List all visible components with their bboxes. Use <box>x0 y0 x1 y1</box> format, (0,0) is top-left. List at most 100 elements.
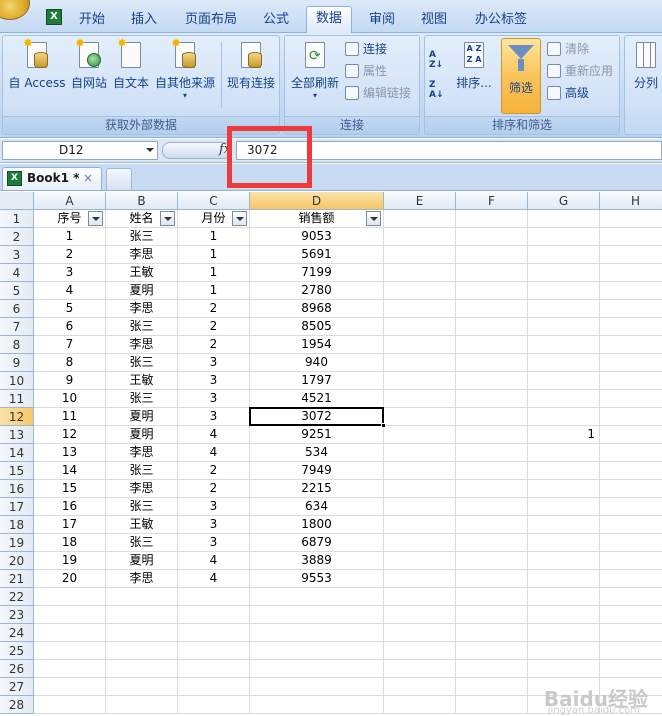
cell-a14[interactable]: 13 <box>34 444 106 462</box>
cell-d9[interactable]: 940 <box>250 354 384 372</box>
cell-f21[interactable] <box>456 570 528 588</box>
cell-e26[interactable] <box>384 660 456 678</box>
cell-g11[interactable] <box>528 390 600 408</box>
cell-c14[interactable]: 4 <box>178 444 250 462</box>
cell-f22[interactable] <box>456 588 528 606</box>
cell-c7[interactable]: 2 <box>178 318 250 336</box>
cell-d20[interactable]: 3889 <box>250 552 384 570</box>
row-header-22[interactable]: 22 <box>0 588 34 606</box>
row-header-5[interactable]: 5 <box>0 282 34 300</box>
cell-b15[interactable]: 张三 <box>106 462 178 480</box>
from-other-sources-button[interactable]: ✸ 自其他来源 ▾ <box>153 37 217 100</box>
fill-handle[interactable] <box>381 423 386 428</box>
cell-c28[interactable] <box>178 696 250 714</box>
tab-page-layout[interactable]: 页面布局 <box>178 10 244 32</box>
cell-c20[interactable]: 4 <box>178 552 250 570</box>
cell-h25[interactable] <box>600 642 662 660</box>
cell-e3[interactable] <box>384 246 456 264</box>
cell-d7[interactable]: 8505 <box>250 318 384 336</box>
cell-d5[interactable]: 2780 <box>250 282 384 300</box>
tab-home[interactable]: 开始 <box>72 10 112 32</box>
cell-d27[interactable] <box>250 678 384 696</box>
cell-c4[interactable]: 1 <box>178 264 250 282</box>
cell-b28[interactable] <box>106 696 178 714</box>
cell-g16[interactable] <box>528 480 600 498</box>
filter-dropdown-icon[interactable] <box>366 211 381 226</box>
cell-e24[interactable] <box>384 624 456 642</box>
excel-icon[interactable]: X <box>46 9 62 25</box>
cell-a27[interactable] <box>34 678 106 696</box>
cell-b27[interactable] <box>106 678 178 696</box>
cell-d11[interactable]: 4521 <box>250 390 384 408</box>
cell-b24[interactable] <box>106 624 178 642</box>
column-header-c[interactable]: C <box>178 192 250 210</box>
cell-f23[interactable] <box>456 606 528 624</box>
cell-f14[interactable] <box>456 444 528 462</box>
cell-f12[interactable] <box>456 408 528 426</box>
cell-g4[interactable] <box>528 264 600 282</box>
sort-button[interactable]: A ZZ A 排序... <box>451 40 497 91</box>
cell-c8[interactable]: 2 <box>178 336 250 354</box>
row-header-19[interactable]: 19 <box>0 534 34 552</box>
cell-e23[interactable] <box>384 606 456 624</box>
cell-e4[interactable] <box>384 264 456 282</box>
row-header-27[interactable]: 27 <box>0 678 34 696</box>
row-header-7[interactable]: 7 <box>0 318 34 336</box>
cell-c22[interactable] <box>178 588 250 606</box>
select-all-corner[interactable] <box>0 192 34 210</box>
sort-ascending-icon[interactable]: A Z↓ <box>429 50 449 72</box>
tab-formulas[interactable]: 公式 <box>256 10 296 32</box>
cell-a13[interactable]: 12 <box>34 426 106 444</box>
cell-e17[interactable] <box>384 498 456 516</box>
row-header-21[interactable]: 21 <box>0 570 34 588</box>
cell-h5[interactable] <box>600 282 662 300</box>
cell-c11[interactable]: 3 <box>178 390 250 408</box>
from-text-button[interactable]: ✸ 自文本 <box>111 37 151 91</box>
cell-g7[interactable] <box>528 318 600 336</box>
cell-d10[interactable]: 1797 <box>250 372 384 390</box>
column-header-e[interactable]: E <box>384 192 456 210</box>
new-tab-button[interactable] <box>106 168 132 190</box>
cell-h21[interactable] <box>600 570 662 588</box>
sort-descending-icon[interactable]: Z A↓ <box>429 80 449 102</box>
cell-e6[interactable] <box>384 300 456 318</box>
cell-a7[interactable]: 6 <box>34 318 106 336</box>
cell-e22[interactable] <box>384 588 456 606</box>
row-header-2[interactable]: 2 <box>0 228 34 246</box>
cell-f28[interactable] <box>456 696 528 714</box>
from-web-button[interactable]: ✸ 自网站 <box>69 37 109 91</box>
cell-e15[interactable] <box>384 462 456 480</box>
cell-c24[interactable] <box>178 624 250 642</box>
cell-e14[interactable] <box>384 444 456 462</box>
cell-c26[interactable] <box>178 660 250 678</box>
row-header-11[interactable]: 11 <box>0 390 34 408</box>
cell-e1[interactable] <box>384 210 456 228</box>
refresh-all-button[interactable]: ⟳ 全部刷新 ▾ <box>287 40 343 100</box>
cell-b13[interactable]: 夏明 <box>106 426 178 444</box>
cell-f9[interactable] <box>456 354 528 372</box>
cell-h20[interactable] <box>600 552 662 570</box>
from-access-button[interactable]: ✸ 自 Access <box>7 37 67 91</box>
cell-b16[interactable]: 李思 <box>106 480 178 498</box>
cell-d23[interactable] <box>250 606 384 624</box>
filter-dropdown-icon[interactable] <box>232 211 247 226</box>
cell-g8[interactable] <box>528 336 600 354</box>
cell-a24[interactable] <box>34 624 106 642</box>
cell-h4[interactable] <box>600 264 662 282</box>
cell-e25[interactable] <box>384 642 456 660</box>
cell-g19[interactable] <box>528 534 600 552</box>
cell-e13[interactable] <box>384 426 456 444</box>
cell-g14[interactable] <box>528 444 600 462</box>
cell-d8[interactable]: 1954 <box>250 336 384 354</box>
cell-c16[interactable]: 2 <box>178 480 250 498</box>
cell-d21[interactable]: 9553 <box>250 570 384 588</box>
cell-b17[interactable]: 张三 <box>106 498 178 516</box>
column-header-f[interactable]: F <box>456 192 528 210</box>
cell-b7[interactable]: 张三 <box>106 318 178 336</box>
cell-f5[interactable] <box>456 282 528 300</box>
cell-g25[interactable] <box>528 642 600 660</box>
cell-b5[interactable]: 夏明 <box>106 282 178 300</box>
cell-a18[interactable]: 17 <box>34 516 106 534</box>
cell-d22[interactable] <box>250 588 384 606</box>
cell-h22[interactable] <box>600 588 662 606</box>
